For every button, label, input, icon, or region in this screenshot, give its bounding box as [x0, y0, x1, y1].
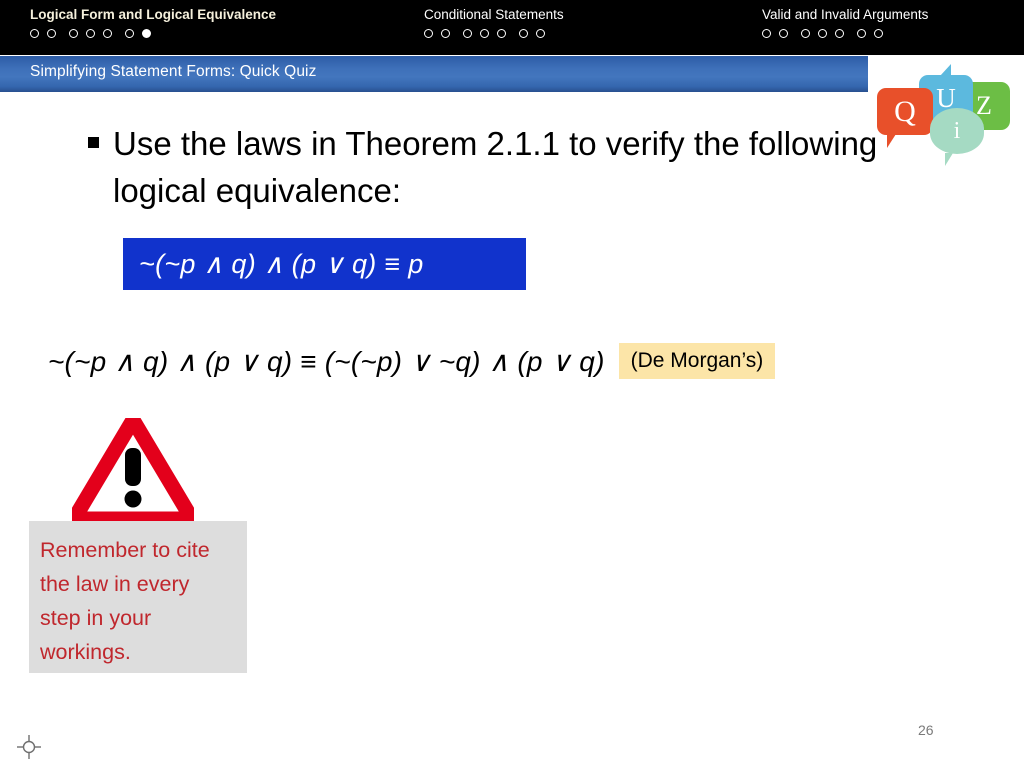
law-justification-tag: (De Morgan’s)	[618, 343, 776, 379]
nav-section-label: Conditional Statements	[424, 7, 564, 22]
nav-progress-dots	[30, 29, 276, 38]
nav-dot[interactable]	[86, 29, 95, 38]
reminder-text: Remember to cite the law in every step i…	[40, 538, 210, 664]
nav-dot[interactable]	[69, 29, 78, 38]
nav-dot[interactable]	[480, 29, 489, 38]
nav-dot[interactable]	[47, 29, 56, 38]
nav-dot[interactable]	[818, 29, 827, 38]
bubble-tail	[932, 64, 951, 76]
nav-dot[interactable]	[779, 29, 788, 38]
bullet-list: Use the laws in Theorem 2.1.1 to verify …	[88, 120, 878, 214]
nav-dot[interactable]	[874, 29, 883, 38]
nav-dot[interactable]	[835, 29, 844, 38]
nav-progress-dots	[424, 29, 564, 38]
speech-bubble-i-icon: i	[930, 108, 984, 166]
derivation-step-row: ~(~p ∧ q) ∧ (p ∨ q) ≡ (~(~p) ∨ ~q) ∧ (p …	[48, 336, 958, 386]
nav-dot[interactable]	[762, 29, 771, 38]
slide-title: Simplifying Statement Forms: Quick Quiz	[30, 63, 317, 80]
nav-dot[interactable]	[536, 29, 545, 38]
nav-dot[interactable]	[857, 29, 866, 38]
bullet-square-icon	[88, 137, 99, 148]
bullet-text: Use the laws in Theorem 2.1.1 to verify …	[113, 125, 878, 209]
nav-dot[interactable]	[497, 29, 506, 38]
bubble-letter: Q	[894, 94, 916, 128]
nav-section-label: Logical Form and Logical Equivalence	[30, 7, 277, 22]
nav-dot[interactable]	[463, 29, 472, 38]
nav-section-conditional-statements[interactable]: Conditional Statements	[424, 0, 564, 55]
derivation-step-expression: ~(~p ∧ q) ∧ (p ∨ q) ≡ (~(~p) ∨ ~q) ∧ (p …	[48, 345, 605, 377]
highlighted-formula: ~(~p ∧ q) ∧ (p ∨ q) ≡ p	[139, 248, 424, 279]
highlighted-formula-box: ~(~p ∧ q) ∧ (p ∨ q) ≡ p	[123, 238, 526, 290]
nav-dot[interactable]	[30, 29, 39, 38]
page-number: 26	[918, 722, 934, 738]
list-item: Use the laws in Theorem 2.1.1 to verify …	[88, 120, 878, 214]
nav-dot[interactable]	[125, 29, 134, 38]
nav-dot[interactable]	[519, 29, 528, 38]
nav-progress-dots	[762, 29, 928, 38]
nav-section-valid-invalid-arguments[interactable]: Valid and Invalid Arguments	[762, 0, 928, 55]
nav-section-label: Valid and Invalid Arguments	[762, 7, 929, 22]
slide-title-bar: Simplifying Statement Forms: Quick Quiz	[0, 56, 868, 92]
quiz-logo: Z U Q i	[872, 64, 1018, 168]
nav-dot[interactable]	[103, 29, 112, 38]
speech-bubble-q-icon: Q	[877, 88, 933, 148]
nav-dot[interactable]	[424, 29, 433, 38]
warning-triangle-icon	[66, 412, 200, 527]
nav-section-logical-form[interactable]: Logical Form and Logical Equivalence	[30, 0, 276, 55]
bubble-tail	[887, 134, 903, 148]
nav-dot[interactable]	[441, 29, 450, 38]
reminder-callout-box: Remember to cite the law in every step i…	[29, 521, 247, 673]
nav-dot[interactable]	[801, 29, 810, 38]
registration-crosshair-icon	[15, 733, 43, 761]
bubble-tail	[945, 153, 961, 166]
top-navigation-bar: Logical Form and Logical Equivalence Con…	[0, 0, 1024, 55]
bubble-letter: i	[953, 117, 961, 144]
nav-dot-current[interactable]	[142, 29, 151, 38]
